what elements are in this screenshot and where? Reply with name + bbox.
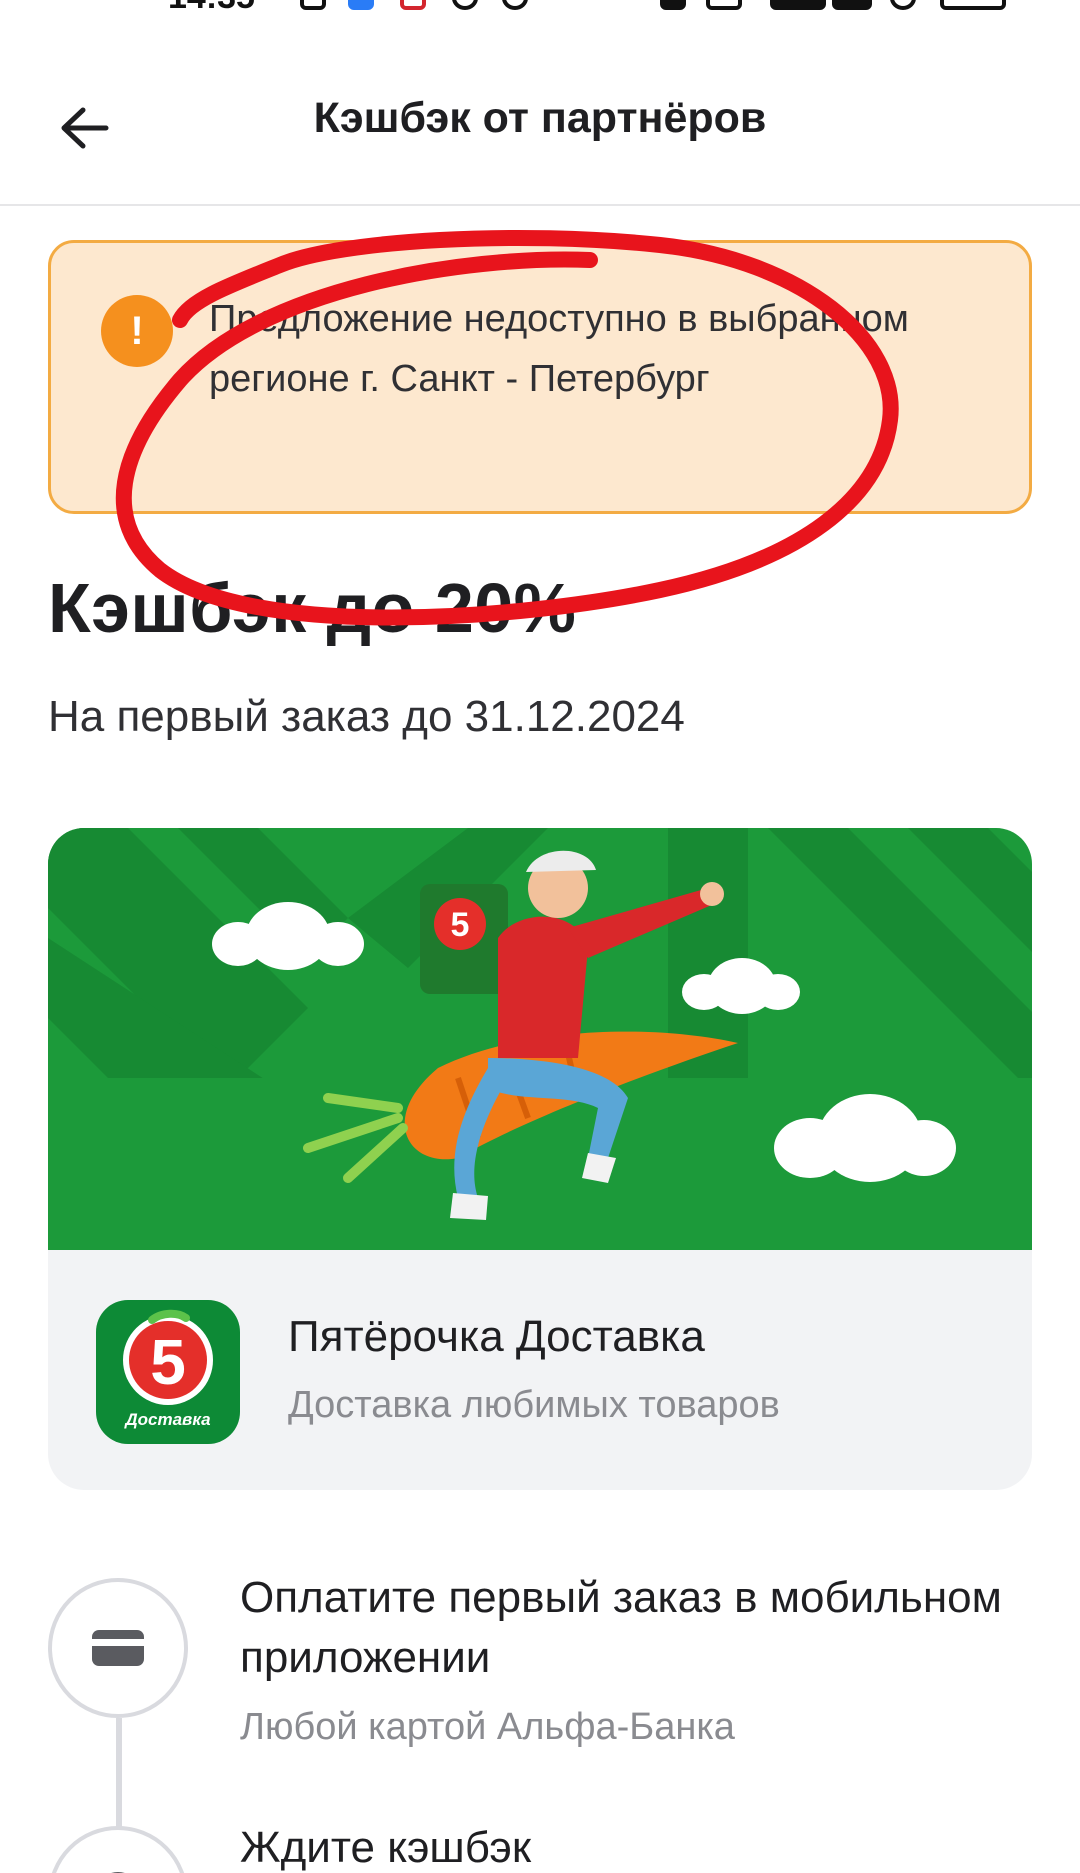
app-icon: [348, 0, 374, 10]
partner-logo: 5 Доставка: [96, 1300, 240, 1444]
step-icon-container: [48, 1578, 188, 1718]
app-icon: [452, 0, 478, 10]
cashback-headline: Кэшбэк до 20%: [48, 569, 577, 647]
battery-icon: [940, 0, 1006, 10]
top-app-bar: Кэшбэк от партнёров: [0, 48, 1080, 206]
logo-caption: Доставка: [125, 1410, 211, 1429]
step-description: Любой картой Альфа-Банка: [240, 1706, 735, 1748]
region-warning-banner: ! Предложение недоступно в выбранном рег…: [48, 240, 1032, 514]
status-time: 14:35: [168, 0, 255, 17]
notification-icon: [300, 0, 326, 10]
region-warning-text: Предложение недоступно в выбранном регио…: [209, 298, 909, 400]
step-title: Оплатите первый заказ в мобильном прилож…: [240, 1573, 1002, 1682]
page-title: Кэшбэк от партнёров: [0, 94, 1080, 143]
status-bar: 14:35: [0, 0, 1080, 20]
step-connector: [116, 1718, 122, 1828]
partner-name: Пятёрочка Доставка: [288, 1312, 705, 1361]
page-title-text: Кэшбэк от партнёров: [313, 94, 767, 142]
step-icon-container: [48, 1826, 188, 1873]
cashback-subtitle: На первый заказ до 31.12.2024: [48, 692, 685, 741]
clock-icon: [111, 1872, 125, 1873]
partner-card[interactable]: 5 5 Доставка Пятёрочка Доставка Доставка…: [48, 828, 1032, 1490]
step-title: Ждите кэшбэк: [240, 1823, 532, 1872]
partner-description: Доставка любимых товаров: [288, 1384, 780, 1426]
partner-banner-image: 5: [48, 828, 1032, 1250]
signal-icon: [832, 0, 872, 10]
svg-text:5: 5: [451, 906, 470, 944]
exclamation-icon: !: [101, 295, 173, 367]
partner-card-body: 5 Доставка Пятёрочка Доставка Доставка л…: [48, 1250, 1032, 1490]
credit-card-icon: [92, 1630, 144, 1666]
signal-icon: [770, 0, 826, 10]
app-icon: [400, 0, 426, 10]
shield-icon: [890, 0, 916, 10]
logo-digit: 5: [150, 1326, 186, 1398]
vpn-icon: [502, 0, 528, 10]
screen: 14:35 Кэшбэк от партнёров ! Предложение …: [0, 0, 1080, 1873]
location-icon: [660, 0, 686, 10]
banner-illustration: 5: [48, 828, 1032, 1250]
lte-icon: [706, 0, 742, 10]
